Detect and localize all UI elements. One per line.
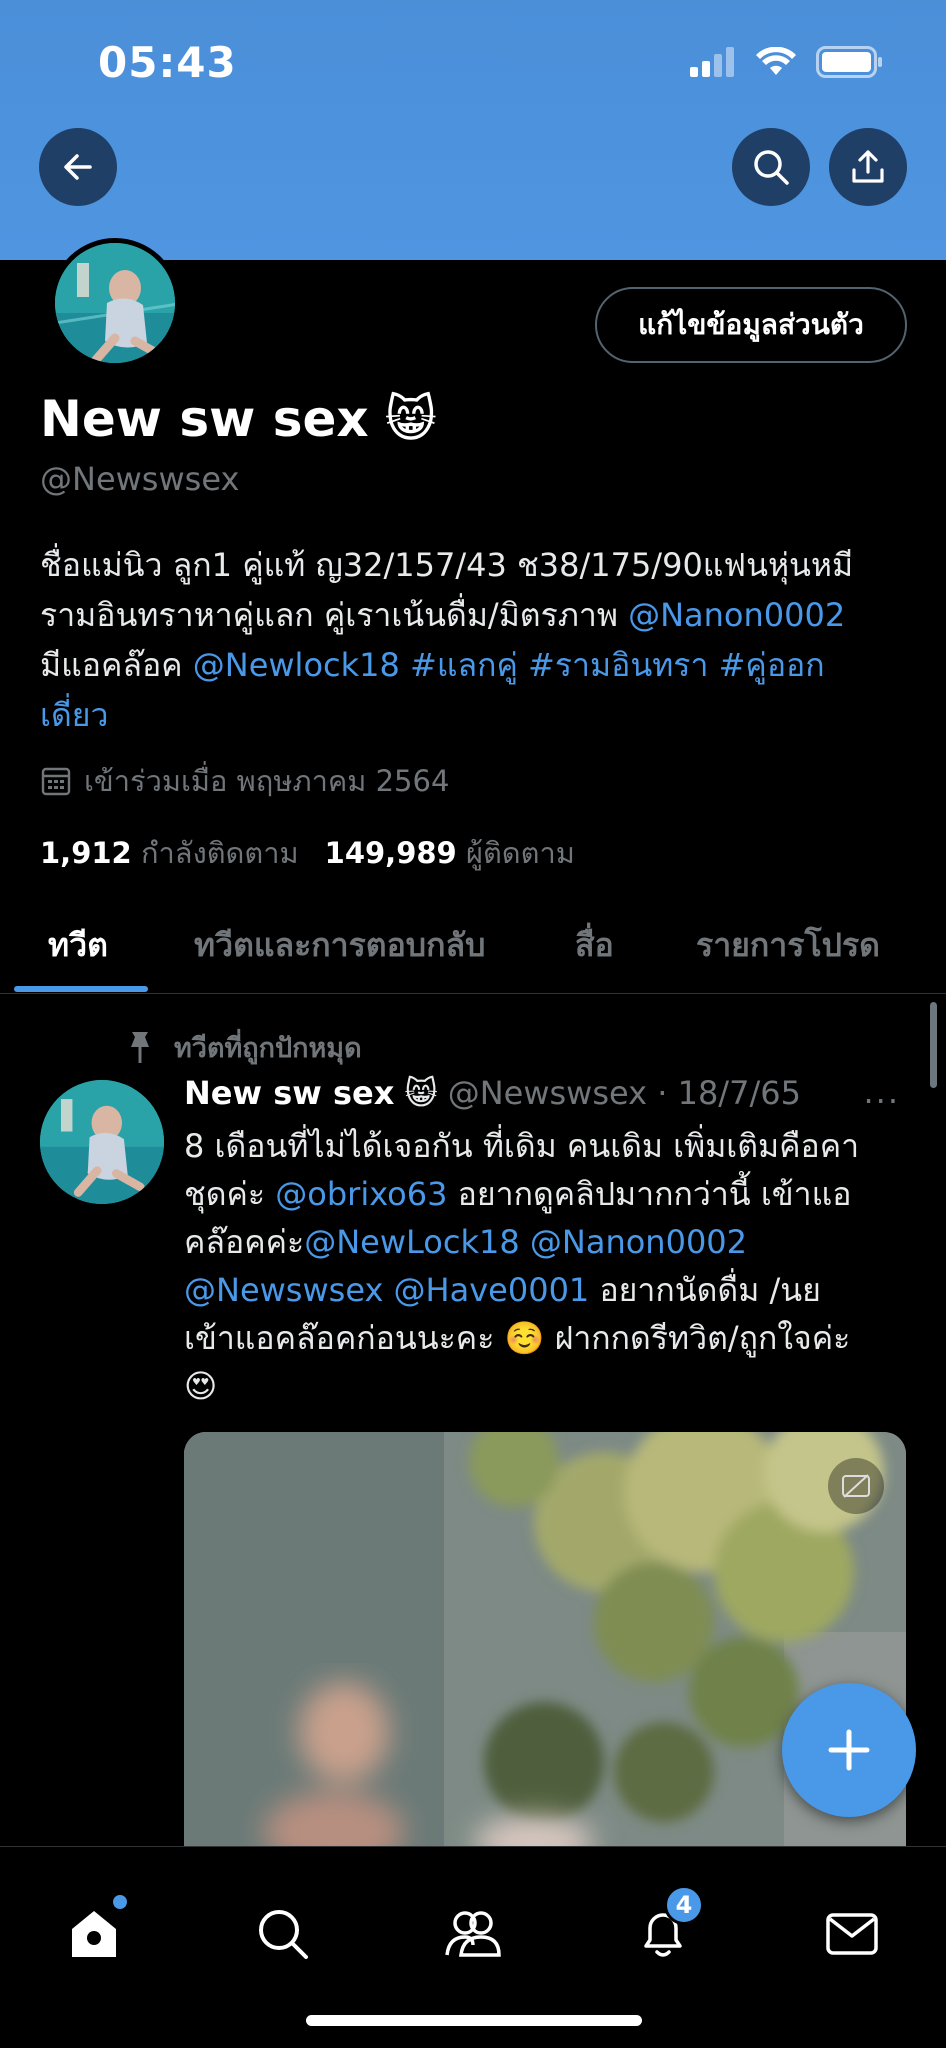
followers-count: 149,989 <box>324 836 457 870</box>
share-button[interactable] <box>829 128 907 206</box>
search-button[interactable] <box>732 128 810 206</box>
nav-communities[interactable] <box>438 1899 508 1969</box>
tweet-line: @Newswsex @Have0001 อยากนัดดื่ม /นย <box>184 1266 914 1314</box>
share-icon <box>852 150 884 183</box>
tab-media[interactable]: สื่อ <box>575 920 614 971</box>
nav-messages[interactable] <box>817 1899 887 1969</box>
tweet-line: 😍 <box>184 1367 218 1405</box>
tweet-text: 8 เดือนที่ไม่ได้เจอกัน ที่เดิม คนเดิม เพ… <box>184 1122 914 1410</box>
edit-profile-button[interactable]: แก้ไขข้อมูลส่วนตัว <box>595 287 907 363</box>
pinned-label: ทวีตที่ถูกปักหมุด <box>122 1026 362 1069</box>
signal-icon <box>690 47 734 77</box>
nav-notifications[interactable]: 4 <box>628 1885 704 1969</box>
tweet-segment: ชุดค่ะ <box>184 1175 276 1213</box>
tab-tweets-replies[interactable]: ทวีตและการตอบกลับ <box>194 920 485 971</box>
bio-line: รามอินทราหาคู่แลก คู่เราเน้นดื่ม/มิตรภาพ… <box>40 590 910 640</box>
bottom-navigation: 4 <box>0 1846 946 2048</box>
tweet-header: New sw sex 😸 @Newswsex · 18/7/65 <box>184 1074 801 1112</box>
profile-avatar[interactable] <box>50 238 180 368</box>
tweet-segment: คล๊อคค่ะ <box>184 1223 305 1261</box>
arrow-left-icon <box>64 154 92 180</box>
calendar-icon <box>41 767 71 796</box>
bio-line: ชื่อแม่นิว ลูก1 คู่แท้ ญ32/157/43 ช38/17… <box>40 546 854 584</box>
bio-hashtag-links[interactable]: @Newlock18 #แลกคู่ #รามอินทรา #คู่ออก <box>193 646 825 684</box>
follow-stats: 1,912 กำลังติดตาม 149,989 ผู้ติดตาม <box>40 830 575 876</box>
scrollbar[interactable] <box>930 1002 937 1088</box>
tweet-line: คล๊อคค่ะ@NewLock18 @Nanon0002 <box>184 1218 914 1266</box>
tweet-author-name[interactable]: New sw sex <box>184 1074 394 1112</box>
home-unread-dot <box>113 1895 127 1909</box>
search-icon <box>754 150 789 185</box>
followers-stat[interactable]: 149,989 ผู้ติดตาม <box>325 830 575 876</box>
profile-display-name: New sw sex 😸 <box>40 390 437 448</box>
bio-mention-link[interactable]: @Nanon0002 <box>628 596 845 634</box>
following-count: 1,912 <box>40 836 132 870</box>
following-stat[interactable]: 1,912 กำลังติดตาม <box>40 830 299 876</box>
joined-text: เข้าร่วมเมื่อ พฤษภาคม 2564 <box>84 764 450 798</box>
status-time: 05:43 <box>98 38 237 87</box>
tweet-line: 8 เดือนที่ไม่ได้เจอกัน ที่เดิม คนเดิม เพ… <box>184 1127 860 1165</box>
back-button[interactable] <box>39 128 117 206</box>
more-options-icon[interactable]: ··· <box>863 1082 900 1120</box>
tweet-mention-links[interactable]: @NewLock18 @Nanon0002 <box>304 1223 747 1261</box>
bio-text: รามอินทราหาคู่แลก คู่เราเน้นดื่ม/มิตรภาพ <box>40 596 629 634</box>
tab-likes[interactable]: รายการโปรด <box>696 920 880 971</box>
home-icon <box>72 1911 116 1957</box>
bio-line: มีแอคล๊อค @Newlock18 #แลกคู่ #รามอินทรา … <box>40 640 910 690</box>
status-icons <box>690 46 884 78</box>
search-icon <box>259 1910 308 1959</box>
joined-date: เข้าร่วมเมื่อ พฤษภาคม 2564 <box>40 758 449 804</box>
profile-handle: @Newswsex <box>40 460 240 498</box>
tweet-line: ชุดค่ะ @obrixo63 อยากดูคลิปมากกว่านี้ เข… <box>184 1170 914 1218</box>
tweet-avatar[interactable] <box>40 1080 164 1204</box>
tweet-author-emoji: 😸 <box>404 1074 438 1112</box>
home-indicator <box>306 2015 642 2026</box>
display-name-emoji: 😸 <box>384 390 437 448</box>
communities-icon <box>445 1911 501 1957</box>
tweet-mention-link[interactable]: @obrixo63 <box>275 1175 447 1213</box>
mail-icon <box>826 1913 878 1955</box>
wifi-icon <box>756 47 796 75</box>
closed-captions-off-icon <box>842 1474 870 1498</box>
display-name-text: New sw sex <box>40 390 369 448</box>
profile-bio: ชื่อแม่นิว ลูก1 คู่แท้ ญ32/157/43 ช38/17… <box>40 540 910 740</box>
battery-icon <box>816 46 882 78</box>
bio-hashtag-link[interactable]: เดี่ยว <box>40 696 108 734</box>
nav-home[interactable] <box>59 1895 129 1969</box>
plus-icon <box>828 1729 870 1771</box>
tweet-line: เข้าแอคล๊อคก่อนนะคะ ☺️ ฝากกดรีทวิต/ถูกใจ… <box>184 1319 851 1357</box>
pin-icon <box>131 1031 149 1063</box>
followers-label: ผู้ติดตาม <box>465 836 575 870</box>
active-tab-indicator <box>14 986 148 992</box>
tweet-segment: อยากดูคลิปมากกว่านี้ เข้าแอ <box>447 1175 852 1213</box>
notifications-badge: 4 <box>664 1885 704 1925</box>
tweet-handle-date: @Newswsex · 18/7/65 <box>447 1074 801 1112</box>
tweet-segment: อยากนัดดื่ม /นย <box>589 1271 821 1309</box>
nav-explore[interactable] <box>248 1899 318 1969</box>
tab-tweets[interactable]: ทวีต <box>48 920 108 971</box>
pinned-text: ทวีตที่ถูกปักหมุด <box>174 1033 362 1064</box>
compose-tweet-button[interactable] <box>782 1683 916 1817</box>
captions-button[interactable] <box>828 1458 884 1514</box>
profile-tabs: ทวีต ทวีตและการตอบกลับ สื่อ รายการโปรด <box>0 880 946 994</box>
bio-line: เดี่ยว <box>40 690 910 740</box>
following-label: กำลังติดตาม <box>140 836 299 870</box>
tweet-mention-links[interactable]: @Newswsex @Have0001 <box>184 1271 589 1309</box>
bio-text: มีแอคล๊อค <box>40 646 193 684</box>
